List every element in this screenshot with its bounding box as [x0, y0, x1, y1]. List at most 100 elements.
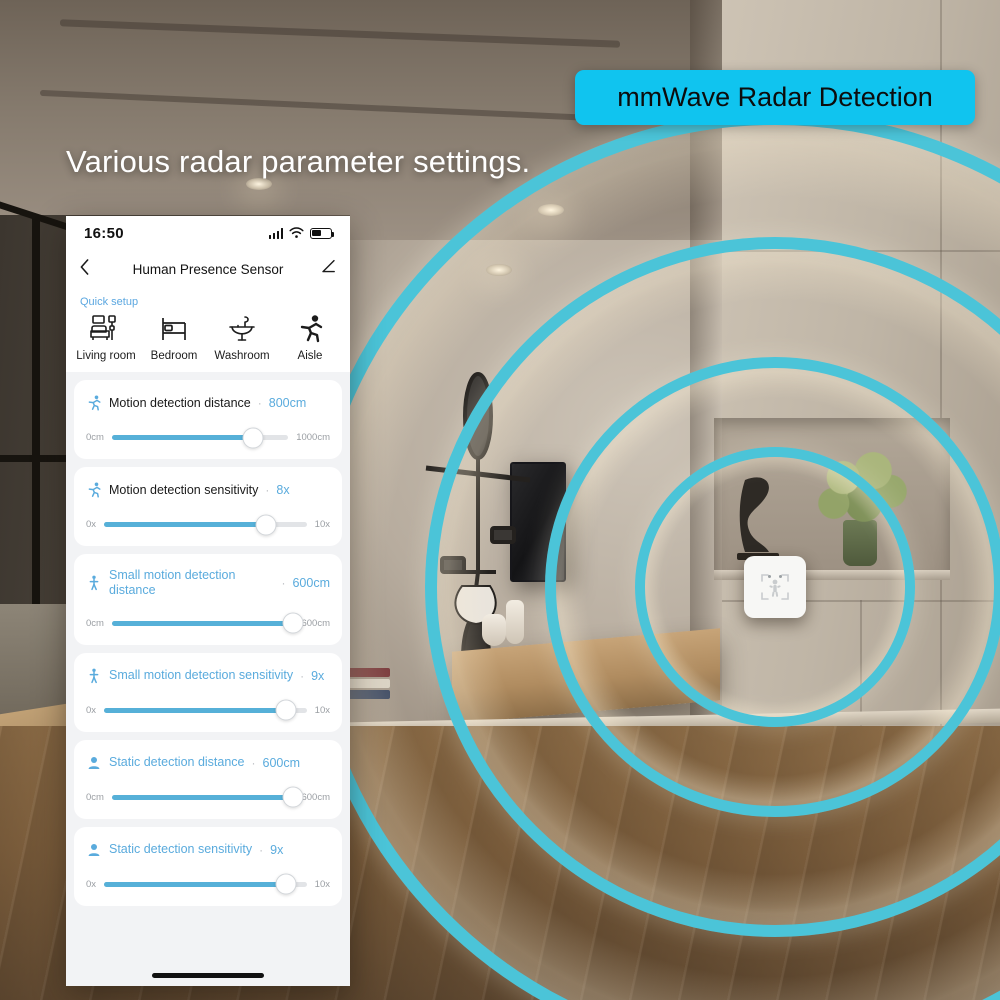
home-indicator[interactable]: [152, 973, 264, 978]
bed-icon: [140, 310, 208, 348]
setting-slider[interactable]: 0x 10x: [86, 873, 330, 895]
person-bust-icon: [86, 754, 102, 772]
quick-setup-label: Quick setup: [80, 296, 139, 308]
setting-separator: ·: [265, 483, 270, 497]
setting-title: Static detection sensitivity: [109, 842, 253, 857]
promo-scene: Various radar parameter settings. mmWave…: [0, 0, 1000, 1000]
setting-value: 600cm: [292, 575, 330, 590]
setting-value: 8x: [276, 483, 290, 497]
slider-max-label: 10x: [314, 704, 330, 716]
setting-title: Motion detection sensitivity: [109, 482, 259, 497]
slider-track[interactable]: [104, 514, 307, 535]
slider-max-label: 10x: [314, 519, 330, 530]
sink-icon: [208, 310, 276, 348]
setting-card-small-motion-detection-sensitivity: Small motion detection sensitivity · 9x …: [74, 652, 342, 732]
running-person-icon: [86, 394, 102, 412]
setting-value: 800cm: [268, 396, 307, 410]
pencil-icon: [322, 259, 335, 273]
slider-max-label: 600cm: [301, 617, 330, 629]
setting-separator: ·: [257, 396, 262, 410]
slider-min-label: 0x: [86, 878, 97, 890]
vase: [482, 614, 506, 646]
battery-icon: [310, 227, 335, 239]
quick-setup-item-label: Aisle: [297, 350, 323, 362]
quick-setup-item-aisle[interactable]: Aisle: [276, 310, 344, 362]
setting-slider[interactable]: 0cm 1000cm: [86, 427, 330, 448]
setting-title: Small motion detection sensitivity: [109, 668, 294, 683]
slider-min-label: 0x: [86, 704, 97, 716]
slider-fill: [111, 435, 253, 440]
setting-card-motion-detection-distance: Motion detection distance · 800cm 0cm 10…: [74, 380, 342, 459]
setting-slider[interactable]: 0cm 600cm: [86, 786, 330, 808]
slider-track[interactable]: [104, 873, 307, 895]
slider-thumb[interactable]: [282, 786, 304, 808]
chevron-left-icon: [80, 258, 89, 275]
app-title: Human Presence Sensor: [132, 261, 284, 277]
setting-title: Motion detection distance: [109, 395, 251, 410]
slider-fill: [111, 794, 294, 800]
page-title: Various radar parameter settings.: [66, 144, 531, 179]
slider-track[interactable]: [111, 427, 289, 448]
slider-max-label: 10x: [314, 878, 330, 890]
slider-thumb[interactable]: [275, 873, 297, 895]
quick-setup-row: Living room Bedroom Washroom Aisle: [66, 310, 350, 362]
setting-slider[interactable]: 0x 10x: [86, 514, 330, 535]
slider-fill: [104, 707, 287, 713]
setting-slider[interactable]: 0cm 600cm: [86, 612, 330, 634]
downlight: [486, 264, 512, 276]
quick-setup-item-living-room[interactable]: Living room: [72, 310, 140, 362]
sculpture-shape: [739, 477, 769, 552]
slider-track[interactable]: [111, 786, 304, 808]
human-presence-sensor-device: [744, 556, 806, 618]
walking-person-icon: [86, 574, 102, 592]
sensor-led-dots: [744, 565, 806, 583]
feature-banner-label: mmWave Radar Detection: [617, 82, 933, 112]
slider-min-label: 0cm: [86, 432, 104, 443]
quick-setup-item-washroom[interactable]: Washroom: [208, 310, 276, 362]
quick-setup-section: Quick setup Living room Bedroom Washroom…: [66, 288, 350, 372]
setting-value: 9x: [311, 668, 325, 683]
quick-setup-item-label: Washroom: [214, 350, 270, 362]
sofa-icon: [72, 310, 140, 348]
slider-thumb[interactable]: [242, 427, 264, 448]
quick-setup-item-bedroom[interactable]: Bedroom: [140, 310, 208, 362]
slider-track[interactable]: [104, 699, 307, 721]
setting-header: Motion detection sensitivity · 8x: [86, 481, 330, 499]
plant-foliage: [815, 450, 909, 536]
status-time: 16:50: [84, 224, 124, 242]
slider-max-label: 1000cm: [296, 432, 330, 443]
walking-person-icon: [86, 667, 102, 685]
slider-min-label: 0x: [86, 519, 97, 530]
cabinet-seam: [722, 250, 1000, 252]
setting-header: Static detection distance · 600cm: [86, 754, 330, 772]
slider-fill: [104, 522, 267, 527]
feature-banner: mmWave Radar Detection: [575, 70, 975, 125]
setting-header: Small motion detection distance · 600cm: [86, 568, 330, 598]
setting-header: Static detection sensitivity · 9x: [86, 841, 330, 859]
person-bust-icon: [86, 841, 102, 859]
quick-setup-item-label: Bedroom: [150, 350, 198, 362]
slider-fill: [111, 620, 294, 626]
status-icons: [268, 227, 335, 239]
setting-card-static-detection-distance: Static detection distance · 600cm 0cm 60…: [74, 739, 342, 819]
setting-value: 9x: [270, 842, 284, 857]
signal-bars-icon: [268, 227, 283, 239]
setting-slider[interactable]: 0x 10x: [86, 699, 330, 721]
slider-fill: [104, 881, 287, 887]
slider-min-label: 0cm: [86, 617, 104, 629]
back-button[interactable]: [80, 258, 89, 280]
settings-list: Motion detection distance · 800cm 0cm 10…: [66, 372, 350, 906]
slider-thumb[interactable]: [282, 612, 304, 634]
setting-separator: ·: [251, 755, 256, 770]
slider-thumb[interactable]: [275, 699, 297, 721]
setting-card-static-detection-sensitivity: Static detection sensitivity · 9x 0x 10x: [74, 826, 342, 906]
setting-separator: ·: [300, 668, 305, 683]
edit-button[interactable]: [321, 259, 336, 279]
wifi-icon: [289, 227, 304, 238]
slider-track[interactable]: [111, 612, 304, 634]
setting-header: Small motion detection sensitivity · 9x: [86, 667, 330, 685]
slider-thumb[interactable]: [255, 514, 277, 535]
bird-sculpture: [735, 470, 781, 560]
setting-title: Static detection distance: [109, 755, 245, 770]
setting-separator: ·: [281, 575, 286, 590]
